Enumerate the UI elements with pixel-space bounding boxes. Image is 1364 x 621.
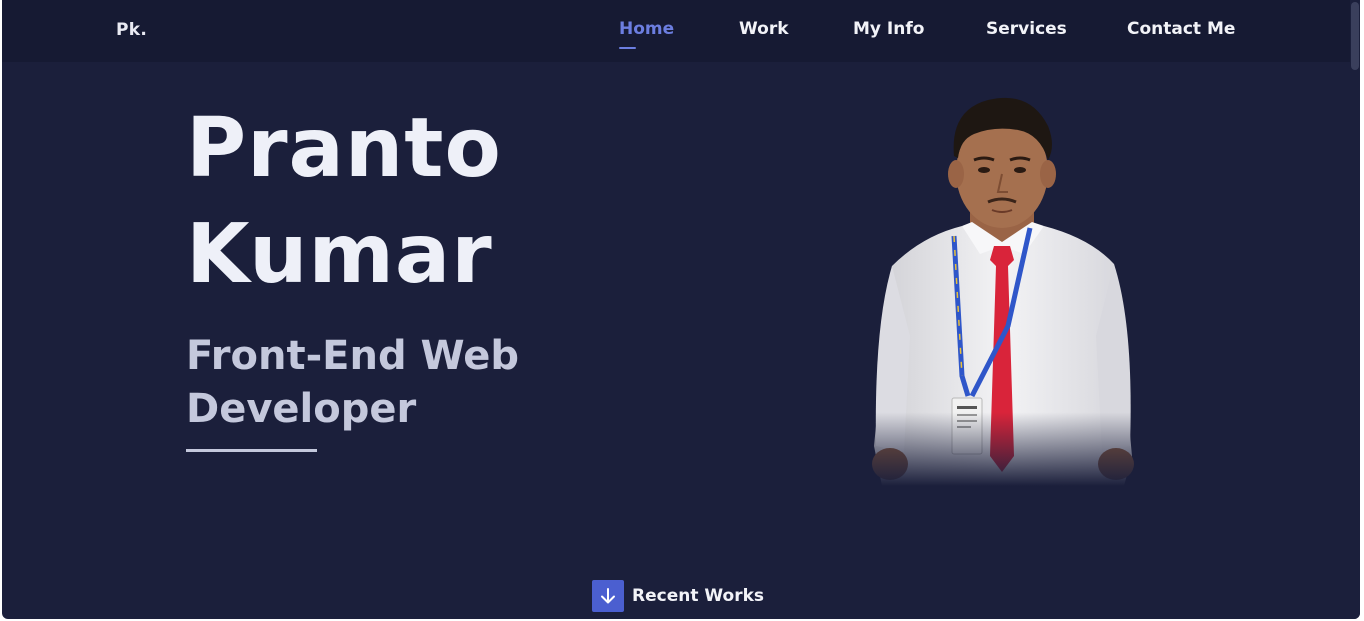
page-window: Pk. Home Work My Info Services Contact M… xyxy=(2,0,1360,619)
top-navbar: Pk. Home Work My Info Services Contact M… xyxy=(2,0,1350,62)
hero-role-line1: Front-End Web xyxy=(186,333,519,379)
hero-role-line2: Developer xyxy=(186,386,417,432)
arrow-down-icon xyxy=(592,580,624,612)
site-logo[interactable]: Pk. xyxy=(116,20,147,40)
hero-first-name: Pranto xyxy=(186,101,502,196)
hero-name: Pranto Kumar xyxy=(186,96,502,308)
scrollbar-thumb[interactable] xyxy=(1351,2,1359,70)
nav-contact-me[interactable]: Contact Me xyxy=(1127,19,1235,39)
nav-my-info[interactable]: My Info xyxy=(853,19,924,39)
recent-works-label: Recent Works xyxy=(632,586,765,606)
active-nav-indicator xyxy=(619,47,636,49)
profile-photo xyxy=(862,76,1144,486)
hero-underline xyxy=(186,449,317,452)
nav-work[interactable]: Work xyxy=(739,19,789,39)
nav-home[interactable]: Home xyxy=(619,19,674,39)
nav-services[interactable]: Services xyxy=(986,19,1067,39)
hero-last-name: Kumar xyxy=(186,207,493,302)
scrollbar[interactable] xyxy=(1350,0,1360,619)
recent-works-button[interactable]: Recent Works xyxy=(592,580,764,612)
hero-role: Front-End Web Developer xyxy=(186,330,606,436)
